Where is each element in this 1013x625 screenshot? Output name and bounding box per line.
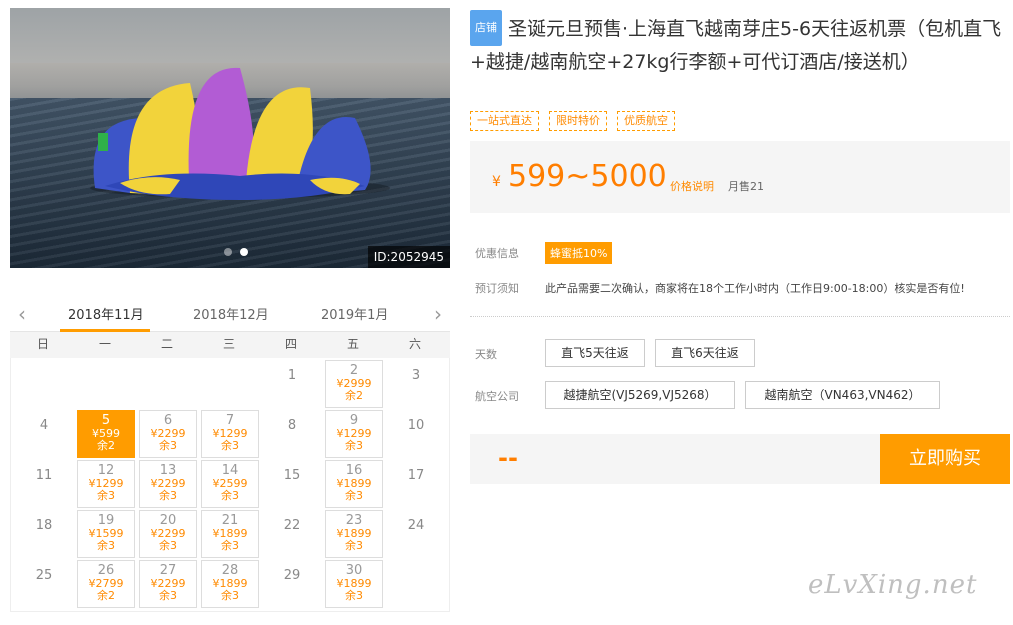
- calendar-day-available[interactable]: 13 ¥2299 余3: [139, 460, 197, 508]
- product-title-block: 店铺 圣诞元旦预售·上海直飞越南芽庄5-6天往返机票（包机直飞+越捷/越南航空+2…: [470, 10, 1010, 78]
- carousel-dots: [224, 248, 248, 256]
- calendar-day: 22: [283, 518, 301, 533]
- shop-badge: 店铺: [470, 10, 502, 46]
- option-vietnam-airlines[interactable]: 越南航空（VN463,VN462）: [745, 381, 940, 409]
- calendar-day: 24: [407, 518, 425, 533]
- selected-price-bar: --: [470, 434, 880, 484]
- calendar-day-selected[interactable]: 5 ¥599 余2: [77, 410, 135, 458]
- parachute-illustration: [90, 67, 390, 200]
- calendar-day: 25: [35, 568, 53, 583]
- calendar-weekday-header: 日 一 二 三 四 五 六: [10, 332, 450, 358]
- calendar-grid: 1 2 ¥2999 余2 3 4 5 ¥599 余2 6 ¥2299 余3 7 ¥1299 余3…: [10, 358, 450, 612]
- calendar-day-available[interactable]: 23 ¥1899 余3: [325, 510, 383, 558]
- calendar-day: 15: [283, 468, 301, 483]
- weekday-thu: 四: [284, 337, 297, 351]
- calendar-day-available[interactable]: 19 ¥1599 余3: [77, 510, 135, 558]
- calendar-day: 18: [35, 518, 53, 533]
- option-6-days[interactable]: 直飞6天往返: [655, 339, 755, 367]
- calendar-day: 4: [39, 418, 49, 433]
- tag-quality: 优质航空: [617, 111, 675, 131]
- calendar-day-available[interactable]: 26 ¥2799 余2: [77, 560, 135, 608]
- image-id-tag: ID:2052945: [367, 246, 450, 268]
- airline-label: 航空公司: [475, 390, 519, 403]
- weekday-wed: 三: [222, 337, 235, 351]
- weekday-sat: 六: [408, 337, 421, 351]
- monthly-sales: 月售21: [728, 180, 764, 193]
- price-explain-link[interactable]: 价格说明: [670, 178, 714, 194]
- price-currency: ¥: [492, 174, 501, 190]
- calendar-day: 29: [283, 568, 301, 583]
- calendar-day: 1: [287, 368, 297, 383]
- weekday-sun: 日: [36, 337, 49, 351]
- tag-special: 限时特价: [549, 111, 607, 131]
- carousel-dot[interactable]: [224, 248, 232, 256]
- calendar-day-available[interactable]: 30 ¥1899 余3: [325, 560, 383, 608]
- offer-label: 优惠信息: [475, 247, 519, 260]
- product-tags: 一站式直达 限时特价 优质航空: [470, 111, 675, 131]
- option-vietjet[interactable]: 越捷航空(VJ5269,VJ5268）: [545, 381, 735, 409]
- calendar-day-available[interactable]: 6 ¥2299 余3: [139, 410, 197, 458]
- weekday-tue: 二: [160, 337, 173, 351]
- calendar-month-nav: ‹ 2018年11月 2018年12月 2019年1月 ›: [10, 296, 450, 332]
- divider: [470, 316, 1010, 317]
- calendar-day-available[interactable]: 21 ¥1899 余3: [201, 510, 259, 558]
- calendar-day: 17: [407, 468, 425, 483]
- promo-badge: 蜂蜜抵10%: [545, 242, 613, 264]
- calendar-day-available[interactable]: 12 ¥1299 余3: [77, 460, 135, 508]
- calendar-day: 3: [411, 368, 421, 383]
- calendar-day-available[interactable]: 16 ¥1899 余3: [325, 460, 383, 508]
- selected-price: --: [498, 444, 518, 472]
- calendar-day: 10: [407, 418, 425, 433]
- tab-month-nov[interactable]: 2018年11月: [68, 304, 144, 323]
- product-title: 店铺 圣诞元旦预售·上海直飞越南芽庄5-6天往返机票（包机直飞+越捷/越南航空+2…: [470, 10, 1010, 78]
- booking-notice-label: 预订须知: [475, 282, 519, 295]
- product-title-text: 圣诞元旦预售·上海直飞越南芽庄5-6天往返机票（包机直飞+越捷/越南航空+27k…: [470, 18, 1002, 73]
- weekday-mon: 一: [98, 337, 111, 351]
- calendar-day-available[interactable]: 9 ¥1299 余3: [325, 410, 383, 458]
- days-label: 天数: [475, 348, 497, 361]
- buy-now-button[interactable]: 立即购买: [880, 434, 1010, 484]
- calendar-day-available[interactable]: 14 ¥2599 余3: [201, 460, 259, 508]
- calendar-day-available[interactable]: 20 ¥2299 余3: [139, 510, 197, 558]
- calendar-day: 8: [287, 418, 297, 433]
- tab-month-jan[interactable]: 2019年1月: [321, 304, 388, 323]
- weekday-fri: 五: [346, 337, 359, 351]
- calendar-day-available[interactable]: 2 ¥2999 余2: [325, 360, 383, 408]
- chevron-left-icon[interactable]: ‹: [18, 302, 26, 326]
- price-range: 599~5000: [508, 159, 667, 194]
- tag-direct: 一站式直达: [470, 111, 539, 131]
- calendar-day-available[interactable]: 28 ¥1899 余3: [201, 560, 259, 608]
- booking-notice-text: 此产品需要二次确认，商家将在18个工作小时内（工作日9:00-18:00）核实是…: [545, 282, 965, 295]
- option-5-days[interactable]: 直飞5天往返: [545, 339, 645, 367]
- calendar-day-available[interactable]: 27 ¥2299 余3: [139, 560, 197, 608]
- calendar-day-available[interactable]: 7 ¥1299 余3: [201, 410, 259, 458]
- site-watermark: eLvXing.net: [808, 570, 978, 600]
- calendar-day: 11: [35, 468, 53, 483]
- product-image: ID:2052945: [10, 8, 450, 268]
- tab-month-dec[interactable]: 2018年12月: [193, 304, 269, 323]
- carousel-dot-active[interactable]: [240, 248, 248, 256]
- price-panel: ¥ 599~5000 价格说明 月售21: [470, 141, 1010, 213]
- chevron-right-icon[interactable]: ›: [434, 302, 442, 326]
